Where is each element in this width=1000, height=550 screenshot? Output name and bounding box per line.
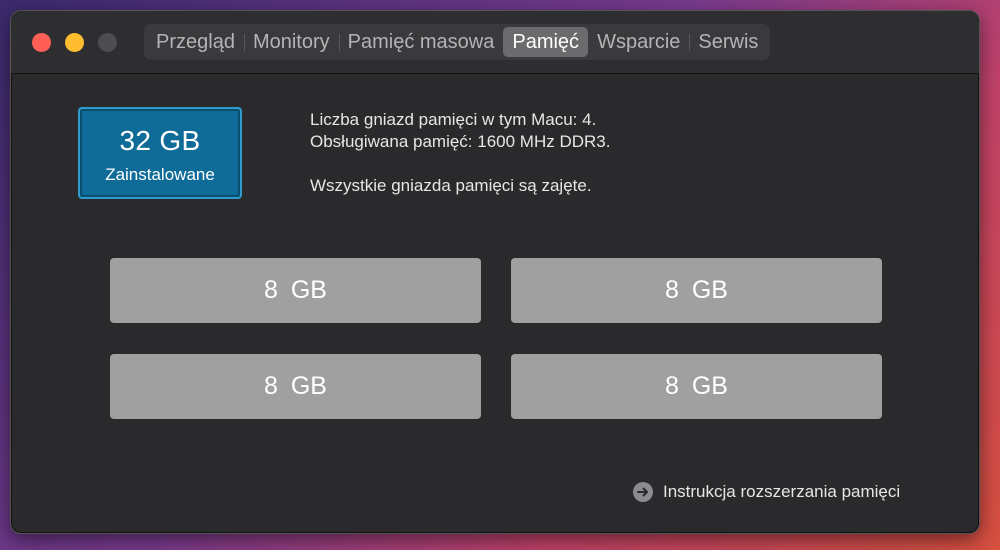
installed-memory-size: 32 GB xyxy=(119,125,201,156)
memory-upgrade-instructions-link[interactable]: Instrukcja rozszerzania pamięci xyxy=(633,481,900,503)
zoom-button[interactable] xyxy=(98,33,117,52)
tab-support[interactable]: Wsparcie xyxy=(588,27,689,57)
installed-memory-label: Zainstalowane xyxy=(105,165,215,184)
tab-memory[interactable]: Pamięć xyxy=(503,27,589,57)
tab-overview[interactable]: Przegląd xyxy=(147,27,244,57)
tab-displays[interactable]: Monitory xyxy=(243,27,339,57)
tab-storage[interactable]: Pamięć masowa xyxy=(338,27,504,57)
tab-service[interactable]: Serwis xyxy=(689,27,767,57)
tab-bar: Przegląd Monitory Pamięć masowa Pamięć W… xyxy=(144,24,771,60)
memory-slot-4: 8 GB xyxy=(511,354,882,419)
supported-memory-text: Obsługiwana pamięć: 1600 MHz DDR3. xyxy=(310,132,611,151)
minimize-button[interactable] xyxy=(65,33,84,52)
about-this-mac-window: Przegląd Monitory Pamięć masowa Pamięć W… xyxy=(10,10,980,534)
memory-slot-1: 8 GB xyxy=(110,258,481,323)
close-button[interactable] xyxy=(32,33,51,52)
title-bar: Przegląd Monitory Pamięć masowa Pamięć W… xyxy=(11,11,979,74)
arrow-right-circle-icon xyxy=(633,482,653,502)
memory-slot-2: 8 GB xyxy=(511,258,882,323)
memory-upgrade-instructions-label: Instrukcja rozszerzania pamięci xyxy=(663,482,901,501)
memory-info: Liczba gniazd pamięci w tym Macu: 4. Obs… xyxy=(310,109,610,197)
memory-slot-3: 8 GB xyxy=(110,354,481,419)
slot-count-text: Liczba gniazd pamięci w tym Macu: 4. xyxy=(310,110,597,129)
slots-status-text: Wszystkie gniazda pamięci są zajęte. xyxy=(310,176,592,195)
installed-memory-badge: 32 GB Zainstalowane xyxy=(78,107,242,199)
